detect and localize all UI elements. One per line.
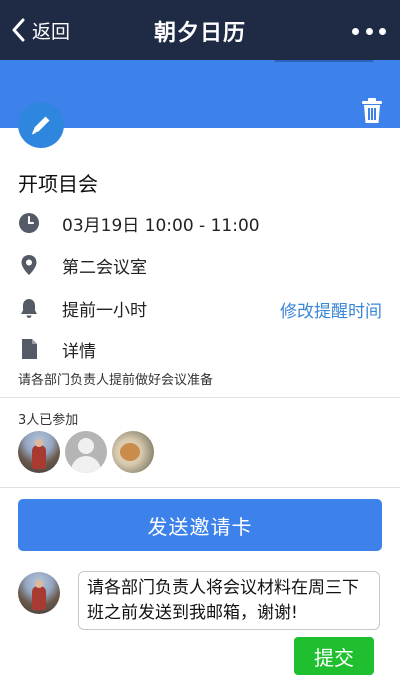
event-detail-row: 详情 [18,336,96,362]
divider [0,397,400,398]
edit-button[interactable] [18,102,64,148]
detail-text: 请各部门负责人提前做好会议准备 [18,373,214,388]
submit-button[interactable]: 提交 [294,637,374,675]
more-dot [352,27,359,35]
more-dot [379,27,386,35]
avatar[interactable] [18,431,60,473]
detail-label: 详情 [62,341,96,362]
avatar [18,572,60,614]
event-location: 第二会议室 [62,257,147,278]
top-bar: 返回 朝夕日历 [0,0,400,60]
modify-reminder-link[interactable]: 修改提醒时间 [280,297,382,322]
comment-input[interactable]: 请各部门负责人将会议材料在周三下班之前发送到我邮箱，谢谢! [78,571,380,630]
event-title: 开项目会 [18,172,98,196]
participants-label: 3人已参加 [18,413,79,428]
event-reminder: 提前一小时 [62,300,147,321]
back-button[interactable]: 返回 [10,16,70,44]
bell-icon [18,297,40,319]
trash-icon[interactable] [360,98,384,124]
event-time-row: 03月19日 10:00 - 11:00 [18,210,260,236]
more-dot [365,27,373,35]
event-reminder-row: 提前一小时 [18,295,147,321]
chevron-left-icon [12,18,25,42]
event-location-row: 第二会议室 [18,252,147,278]
send-invite-button[interactable]: 发送邀请卡 [18,499,382,551]
more-menu-button[interactable] [352,20,386,42]
clock-icon [18,212,40,234]
avatar-placeholder[interactable] [65,431,107,473]
location-pin-icon [18,254,40,276]
pencil-icon [32,116,50,135]
banner-line [275,60,373,62]
divider [0,487,400,488]
avatar[interactable] [112,431,154,473]
document-icon [18,338,40,360]
back-label: 返回 [32,20,71,43]
event-time: 03月19日 10:00 - 11:00 [62,215,260,236]
